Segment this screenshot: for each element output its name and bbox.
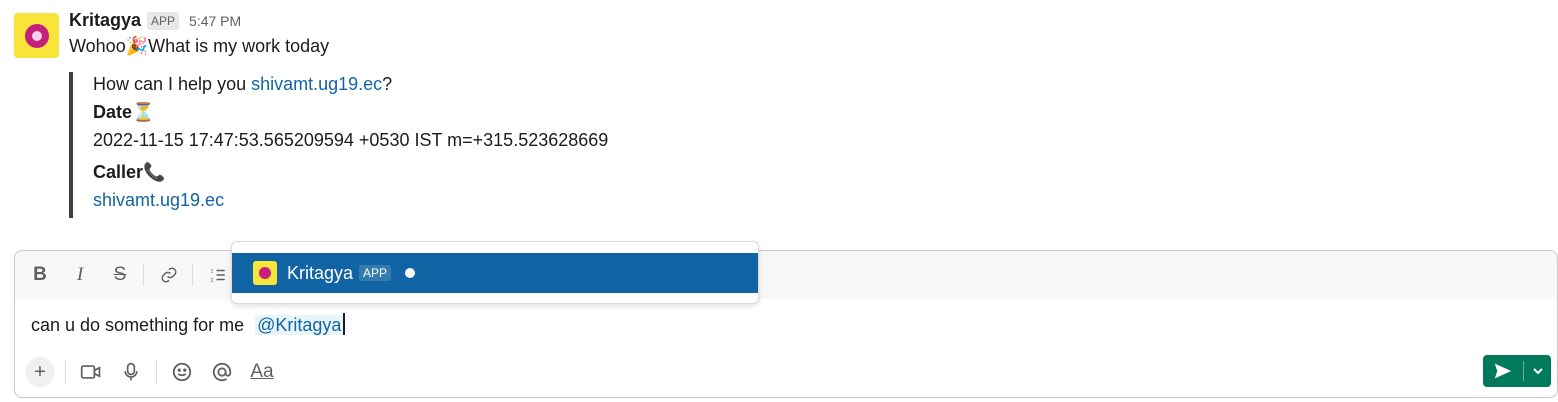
presence-dot-icon (405, 268, 416, 278)
text-format-icon[interactable]: Aa (247, 357, 277, 387)
composer-actions: + Aa (25, 355, 277, 389)
app-logo-icon (259, 267, 271, 279)
mention-autocomplete: Kritagya APP (231, 241, 759, 304)
date-label: Date⏳ (93, 102, 155, 122)
option-app-badge: APP (359, 265, 392, 281)
caller-link[interactable]: shivamt.ug19.ec (93, 190, 224, 211)
option-name: Kritagya (287, 262, 354, 283)
message-timestamp[interactable]: 5:47 PM (189, 13, 241, 29)
svg-text:1: 1 (211, 269, 214, 275)
message-attachment: How can I help you shivamt.ug19.ec? Date… (69, 72, 789, 218)
chevron-down-icon[interactable] (1524, 355, 1551, 387)
video-icon[interactable] (76, 357, 106, 387)
greeting-line: How can I help you shivamt.ug19.ec? (93, 74, 393, 94)
date-value: 2022-11-15 17:47:53.565209594 +0530 IST … (93, 130, 609, 150)
option-avatar (253, 261, 277, 285)
divider (156, 360, 157, 384)
numbered-list-icon[interactable]: 12 (203, 260, 233, 290)
link-icon[interactable] (154, 260, 184, 290)
message-input[interactable]: can u do something for me @Kritagya (31, 313, 346, 336)
send-button-group (1483, 355, 1551, 387)
user-link[interactable]: shivamt.ug19.ec (251, 74, 382, 94)
mention-token: @Kritagya (255, 315, 344, 335)
divider (65, 360, 66, 384)
text-caret (343, 313, 346, 335)
microphone-icon[interactable] (116, 357, 146, 387)
sender-avatar[interactable] (14, 13, 59, 58)
send-icon[interactable] (1483, 355, 1523, 387)
app-logo-icon (24, 23, 49, 48)
hourglass-icon: ⏳ (132, 102, 155, 122)
plus-icon[interactable]: + (25, 357, 55, 387)
strikethrough-icon[interactable]: S (105, 260, 135, 290)
divider (143, 264, 144, 286)
sender-name[interactable]: Kritagya (69, 10, 141, 31)
mention-option-kritagya[interactable]: Kritagya APP (232, 253, 758, 293)
message-text: Wohoo🎉What is my work today (69, 36, 330, 56)
phone-icon: 📞 (143, 162, 166, 182)
italic-icon[interactable]: I (65, 260, 95, 290)
bold-icon[interactable]: B (25, 260, 55, 290)
caller-label: Caller📞 (93, 162, 166, 182)
at-icon[interactable] (207, 357, 237, 387)
divider (192, 264, 193, 286)
svg-text:2: 2 (211, 278, 214, 284)
emoji-icon[interactable] (167, 357, 197, 387)
message-header: Kritagya APP 5:47 PM (69, 10, 241, 31)
app-badge: APP (147, 11, 180, 30)
